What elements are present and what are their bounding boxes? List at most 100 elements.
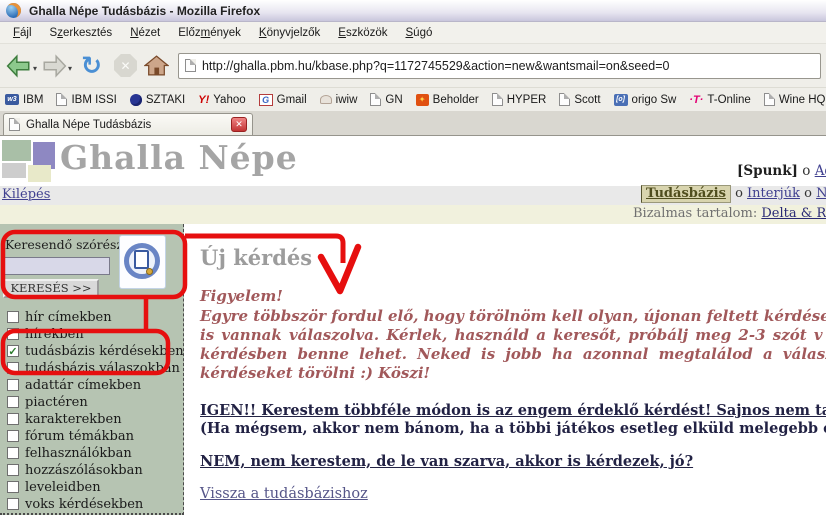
- checkbox[interactable]: [7, 379, 19, 391]
- nav-tudasbazis-active[interactable]: Tudásbázis: [641, 185, 731, 203]
- warning-title: Figyelem!: [200, 287, 826, 306]
- bookmark-gmail[interactable]: GGmail: [259, 94, 307, 106]
- nav-naptar-link[interactable]: Nap: [816, 186, 826, 201]
- checkbox-hir-cimekben[interactable]: hír címekben: [0, 309, 183, 326]
- checkbox-checked[interactable]: ✓: [7, 345, 19, 357]
- checkbox-karakterekben[interactable]: karakterekben: [0, 411, 183, 428]
- checkbox-voks-kerdesekben[interactable]: voks kérdésekben: [0, 496, 183, 513]
- url-text: http://ghalla.pbm.hu/kbase.php?q=1172745…: [202, 59, 669, 73]
- checkbox[interactable]: [7, 413, 19, 425]
- site-header: Ghalla Népe [Spunk] o Ad: [0, 136, 826, 186]
- bookmark-origo[interactable]: [o]origo Sw: [614, 94, 677, 106]
- checkbox[interactable]: [7, 362, 19, 374]
- page-icon: [492, 93, 503, 106]
- bookmark-beholder[interactable]: ✦Beholder: [416, 94, 479, 106]
- checkbox[interactable]: [7, 396, 19, 408]
- back-arrow-icon: [6, 54, 32, 78]
- content-area: Keresendő szórész: KERESÉS >> hír címekb…: [0, 224, 826, 521]
- page-icon: [559, 93, 570, 106]
- main-content: Új kérdés Figyelem! Egyre többször fordu…: [184, 224, 826, 521]
- checkbox[interactable]: [7, 447, 19, 459]
- checkbox-tudasbazis-valaszokban[interactable]: tudásbázis válaszokban: [0, 360, 183, 377]
- checkbox-adattar-cimekben[interactable]: adattár címekben: [0, 377, 183, 394]
- bookmark-scott[interactable]: Scott: [559, 93, 600, 106]
- menu-tools[interactable]: Eszközök: [329, 24, 396, 42]
- site-nav-row: Kilépés Tudásbázis o Interjúk o Nap: [0, 186, 826, 205]
- firefox-icon: [6, 3, 21, 18]
- checkbox[interactable]: [7, 498, 19, 510]
- user-data-link[interactable]: Ad: [815, 163, 826, 179]
- menu-bookmarks[interactable]: Könyvjelzők: [250, 24, 329, 42]
- trust-row: Bizalmas tartalom: Delta & RSS: [0, 205, 826, 224]
- checkbox-felhasznalokban[interactable]: felhasználókban: [0, 445, 183, 462]
- site-logo: Ghalla Népe: [60, 138, 298, 177]
- forward-button[interactable]: [41, 54, 67, 78]
- site-nav-links: Tudásbázis o Interjúk o Nap: [641, 186, 826, 201]
- checkbox-piacteren[interactable]: piactéren: [0, 394, 183, 411]
- checkbox-hirekben[interactable]: hírekben: [0, 326, 183, 343]
- logout-link[interactable]: Kilépés: [2, 187, 50, 202]
- close-icon[interactable]: ✕: [231, 117, 247, 132]
- w3-icon: w3: [5, 94, 19, 105]
- forward-dropdown-icon[interactable]: ▾: [68, 64, 72, 73]
- user-line: [Spunk] o Ad: [737, 163, 826, 179]
- bookmark-gn[interactable]: GN: [370, 93, 402, 106]
- checkbox[interactable]: [7, 464, 19, 476]
- t-online-icon: ·T·: [689, 94, 703, 106]
- reload-icon[interactable]: ↻: [81, 53, 102, 79]
- bookmark-yahoo[interactable]: Y!Yahoo: [198, 94, 245, 106]
- url-bar[interactable]: http://ghalla.pbm.hu/kbase.php?q=1172745…: [178, 53, 821, 79]
- bookmark-tonline[interactable]: ·T·T-Online: [689, 94, 751, 106]
- tab-ghalla-nepe[interactable]: Ghalla Népe Tudásbázis ✕: [3, 113, 253, 135]
- checkbox-hozzaszolasokban[interactable]: hozzászólásokban: [0, 462, 183, 479]
- back-to-kb-link[interactable]: Vissza a tudásbázishoz: [200, 485, 368, 503]
- menu-history[interactable]: Előzmények: [169, 24, 250, 42]
- tab-bar: Ghalla Népe Tudásbázis ✕: [0, 111, 826, 136]
- username: [Spunk]: [737, 163, 798, 179]
- menu-edit[interactable]: Szerkesztés: [41, 24, 122, 42]
- back-button[interactable]: [6, 54, 32, 78]
- navigation-toolbar: ▾ ▾ ↻ ✕ http://ghalla.pbm.hu/kbase.php?q…: [0, 44, 826, 87]
- bookmark-winehq[interactable]: Wine HQ: [764, 93, 826, 106]
- bookmark-hyper[interactable]: HYPER: [492, 93, 547, 106]
- bookmark-sztaki[interactable]: SZTAKI: [130, 94, 185, 106]
- yahoo-icon: Y!: [198, 94, 209, 106]
- no-searched-link[interactable]: NEM, nem kerestem, de le van szarva, akk…: [200, 453, 693, 471]
- beholder-icon: ✦: [416, 94, 429, 106]
- nav-interjuk-link[interactable]: Interjúk: [747, 186, 800, 201]
- checkbox[interactable]: [7, 481, 19, 493]
- delta-rss-link[interactable]: Delta & RSS: [761, 206, 826, 221]
- checkbox[interactable]: [7, 311, 19, 323]
- search-sidebar: Keresendő szórész: KERESÉS >> hír címekb…: [0, 224, 184, 515]
- checkbox-leveleidben[interactable]: leveleidben: [0, 479, 183, 496]
- logo-square-green: [2, 140, 31, 161]
- globe-icon: [130, 94, 142, 106]
- bookmark-ibm-issi[interactable]: IBM ISSI: [56, 93, 116, 106]
- yes-searched-link[interactable]: IGEN!! Kerestem többféle módon is az eng…: [200, 402, 826, 419]
- search-input[interactable]: [4, 257, 110, 275]
- home-icon: [144, 55, 169, 76]
- origo-icon: [o]: [614, 94, 628, 106]
- bookmark-ibm[interactable]: w3IBM: [5, 94, 43, 106]
- gmail-icon: G: [259, 94, 273, 106]
- menu-bar: Fájl Szerkesztés Nézet Előzmények Könyvj…: [0, 22, 826, 44]
- page-icon: [56, 93, 67, 106]
- forward-arrow-icon: [41, 54, 67, 78]
- menu-file[interactable]: Fájl: [4, 24, 41, 42]
- page-icon: [370, 93, 381, 106]
- page-icon: [9, 118, 20, 131]
- checkbox[interactable]: [7, 430, 19, 442]
- bookmark-iwiw[interactable]: iwiw: [320, 94, 358, 106]
- home-button[interactable]: [144, 55, 169, 76]
- menu-view[interactable]: Nézet: [121, 24, 169, 42]
- title-bar[interactable]: Ghalla Népe Tudásbázis - Mozilla Firefox: [0, 0, 826, 22]
- stop-icon[interactable]: ✕: [114, 54, 137, 77]
- search-button[interactable]: KERESÉS >>: [3, 279, 99, 298]
- logo-square-gray: [2, 163, 26, 178]
- admin-warning: Figyelem! Egyre többször fordul elő, hog…: [200, 287, 826, 383]
- checkbox-forum-temakban[interactable]: fórum témákban: [0, 428, 183, 445]
- checkbox[interactable]: [7, 328, 19, 340]
- checkbox-tudasbazis-kerdesekben[interactable]: ✓tudásbázis kérdésekben: [0, 343, 183, 360]
- menu-help[interactable]: Súgó: [397, 24, 442, 42]
- back-dropdown-icon[interactable]: ▾: [33, 64, 37, 73]
